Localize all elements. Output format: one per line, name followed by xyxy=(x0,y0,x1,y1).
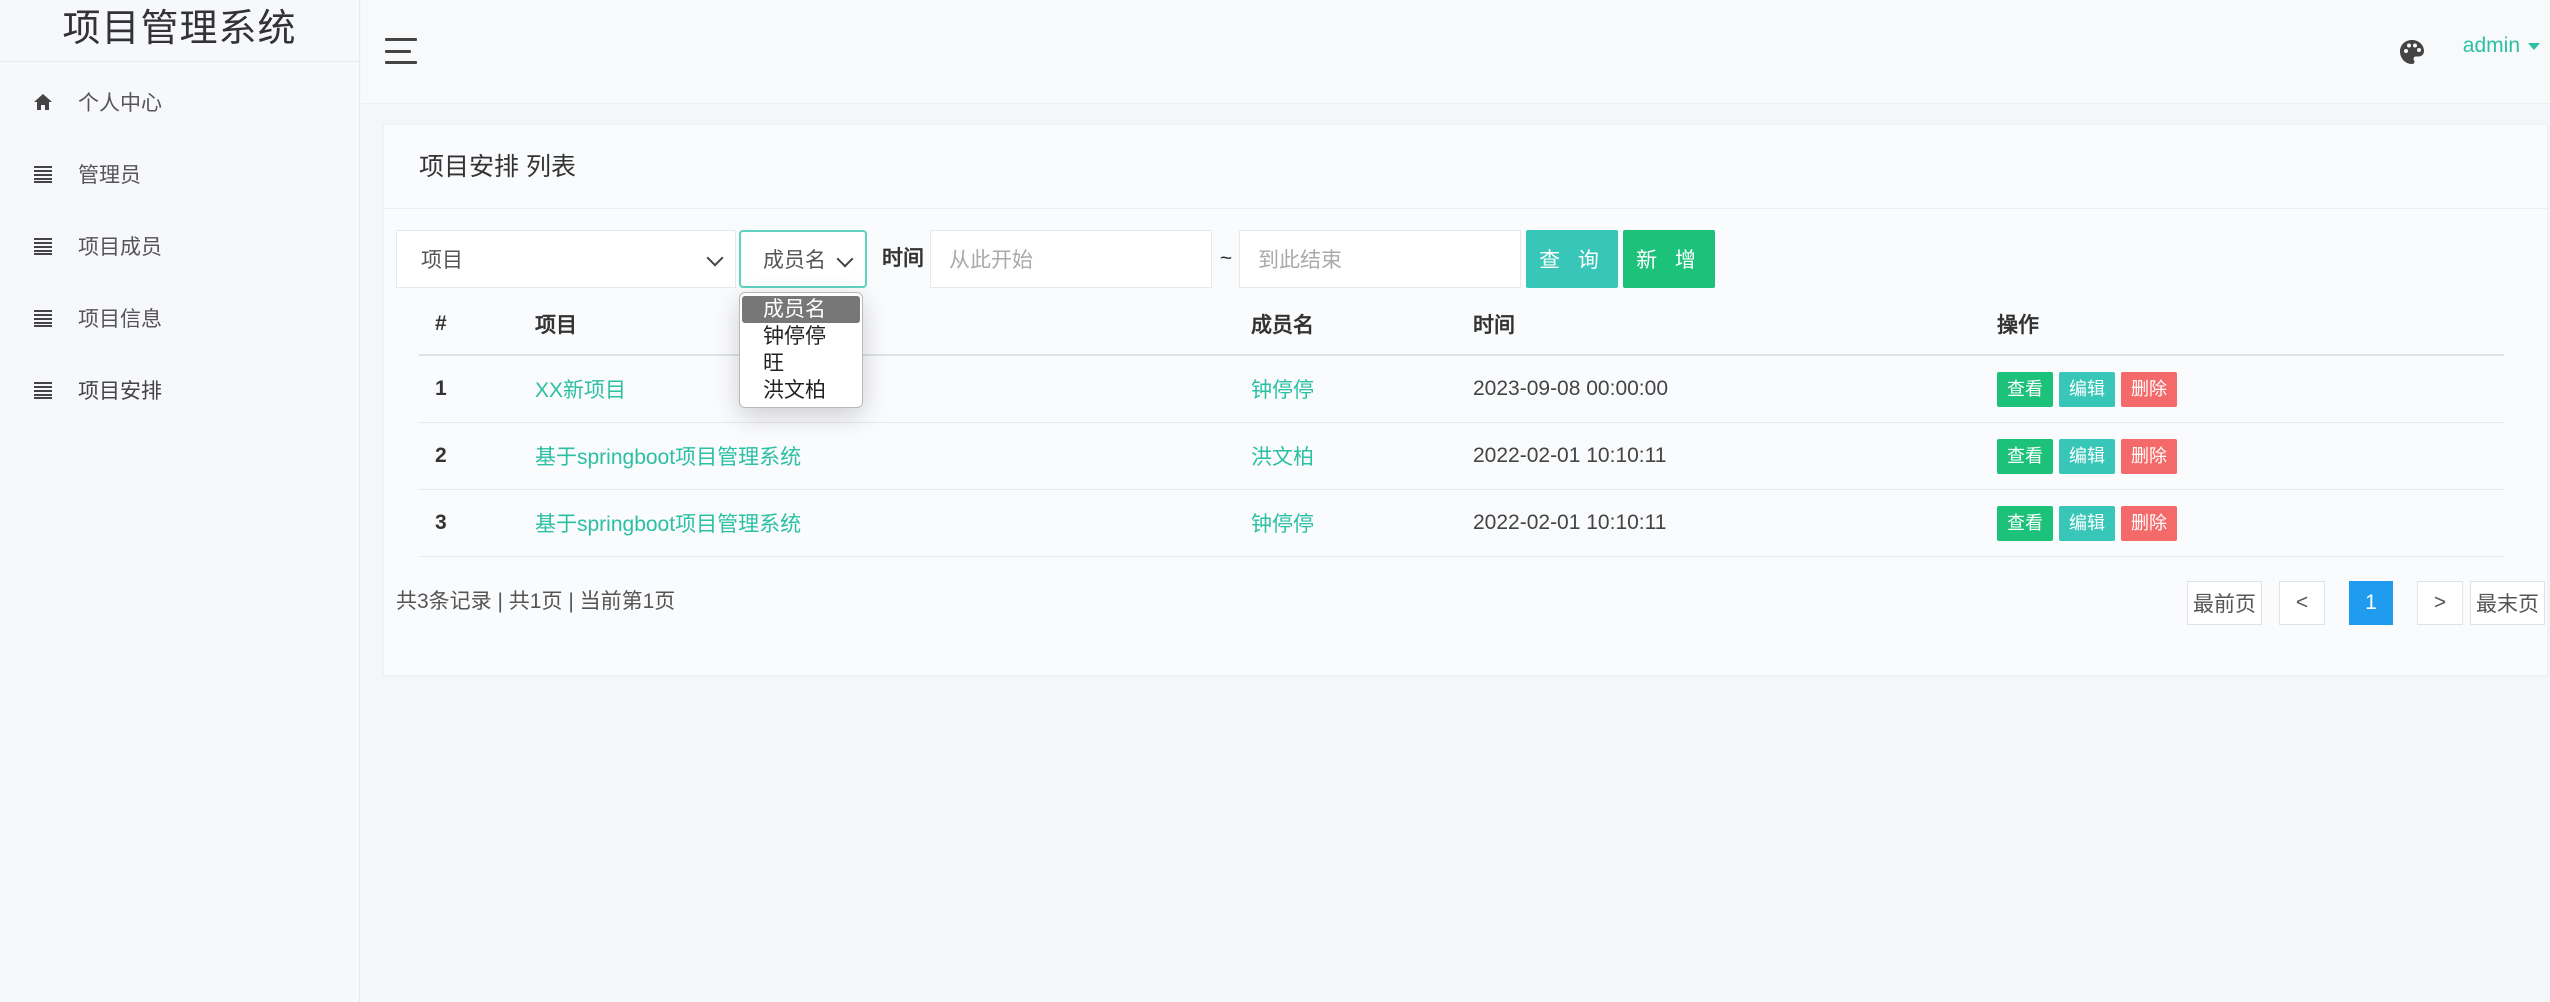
delete-button[interactable]: 删除 xyxy=(2121,438,2177,474)
project-select[interactable]: 项目 xyxy=(396,230,736,288)
end-date-placeholder: 到此结束 xyxy=(1258,249,1342,272)
sidebar-item-personal-center[interactable]: 个人中心 xyxy=(0,66,359,138)
edit-button[interactable]: 编辑 xyxy=(2059,438,2115,474)
project-link[interactable]: XX新项目 xyxy=(535,374,626,404)
start-date-placeholder: 从此开始 xyxy=(949,249,1033,272)
brand-title: 项目管理系统 xyxy=(0,0,359,62)
member-select-value: 成员名 xyxy=(763,249,826,272)
member-option[interactable]: 旺 xyxy=(740,350,862,377)
table-row: 3 基于springboot项目管理系统 钟停停 2022-02-01 10:1… xyxy=(419,490,2504,557)
project-link[interactable]: 基于springboot项目管理系统 xyxy=(535,441,801,471)
row-index: 1 xyxy=(435,377,447,400)
row-time: 2023-09-08 00:00:00 xyxy=(1473,377,1668,400)
last-page-button[interactable]: 最末页 xyxy=(2470,581,2545,625)
list-icon xyxy=(32,235,54,257)
table-row: 2 基于springboot项目管理系统 洪文柏 2022-02-01 10:1… xyxy=(419,423,2504,490)
sidebar-item-admin[interactable]: 管理员 xyxy=(0,138,359,210)
sidebar: 项目管理系统 个人中心 管理员 项目成员 项目信息 项目安排 xyxy=(0,0,360,1002)
member-option[interactable]: 成员名 xyxy=(742,296,860,323)
caret-down-icon xyxy=(2528,42,2540,50)
row-index: 3 xyxy=(435,511,447,534)
edit-button[interactable]: 编辑 xyxy=(2059,505,2115,541)
sidebar-item-label: 个人中心 xyxy=(78,92,162,115)
list-icon xyxy=(32,163,54,185)
schedule-list-card: 项目安排 列表 项目 成员名 时间 从此开始 ~ 到此结束 查 询 新 增 # … xyxy=(383,124,2548,676)
filter-bar: 项目 成员名 时间 从此开始 ~ 到此结束 查 询 新 增 xyxy=(396,230,2096,288)
member-select[interactable]: 成员名 xyxy=(739,230,867,288)
prev-page-button[interactable]: < xyxy=(2279,581,2325,625)
pagination: 最前页 < 1 > 最末页 xyxy=(2187,581,2547,625)
first-page-button[interactable]: 最前页 xyxy=(2187,581,2262,625)
list-icon xyxy=(32,307,54,329)
column-header-index: # xyxy=(435,311,447,335)
sidebar-item-label: 管理员 xyxy=(78,164,141,187)
sidebar-item-label: 项目信息 xyxy=(78,308,162,331)
chevron-down-icon xyxy=(836,250,854,268)
edit-button[interactable]: 编辑 xyxy=(2059,371,2115,407)
row-actions: 查看 编辑 删除 xyxy=(1997,438,2183,474)
row-time: 2022-02-01 10:10:11 xyxy=(1473,511,1667,534)
column-header-member: 成员名 xyxy=(1251,313,1314,337)
end-date-input[interactable]: 到此结束 xyxy=(1239,230,1521,288)
view-button[interactable]: 查看 xyxy=(1997,438,2053,474)
schedule-table: # 项目 成员名 时间 操作 1 XX新项目 钟停停 2023-09-08 00… xyxy=(419,293,2504,557)
member-link[interactable]: 钟停停 xyxy=(1251,508,1314,538)
chevron-down-icon xyxy=(706,249,724,267)
row-time: 2022-02-01 10:10:11 xyxy=(1473,444,1667,467)
member-link[interactable]: 钟停停 xyxy=(1251,374,1314,404)
project-select-value: 项目 xyxy=(421,249,463,272)
delete-button[interactable]: 删除 xyxy=(2121,371,2177,407)
sidebar-item-label: 项目成员 xyxy=(78,236,162,259)
project-link[interactable]: 基于springboot项目管理系统 xyxy=(535,508,801,538)
sidebar-item-project-schedule[interactable]: 项目安排 xyxy=(0,354,359,426)
next-page-button[interactable]: > xyxy=(2417,581,2463,625)
sidebar-nav: 个人中心 管理员 项目成员 项目信息 项目安排 xyxy=(0,62,359,426)
user-name: admin xyxy=(2462,34,2520,57)
column-header-time: 时间 xyxy=(1473,313,1515,337)
row-index: 2 xyxy=(435,444,447,467)
time-label: 时间 xyxy=(882,247,924,270)
member-link[interactable]: 洪文柏 xyxy=(1251,441,1314,471)
column-header-actions: 操作 xyxy=(1997,313,2039,337)
user-menu[interactable]: admin xyxy=(2463,34,2540,58)
delete-button[interactable]: 删除 xyxy=(2121,505,2177,541)
start-date-input[interactable]: 从此开始 xyxy=(930,230,1212,288)
home-icon xyxy=(32,91,54,113)
current-page-button[interactable]: 1 xyxy=(2349,581,2393,625)
topbar: admin xyxy=(361,0,2550,104)
page-title: 项目安排 列表 xyxy=(384,125,2547,209)
member-option[interactable]: 钟停停 xyxy=(740,323,862,350)
member-dropdown: 成员名 钟停停 旺 洪文柏 xyxy=(739,292,863,408)
row-actions: 查看 编辑 删除 xyxy=(1997,505,2183,541)
sidebar-item-project-info[interactable]: 项目信息 xyxy=(0,282,359,354)
add-button[interactable]: 新 增 xyxy=(1623,230,1715,288)
sidebar-item-project-members[interactable]: 项目成员 xyxy=(0,210,359,282)
member-option[interactable]: 洪文柏 xyxy=(740,377,862,404)
table-header: # 项目 成员名 时间 操作 xyxy=(419,293,2504,356)
view-button[interactable]: 查看 xyxy=(1997,371,2053,407)
view-button[interactable]: 查看 xyxy=(1997,505,2053,541)
range-separator: ~ xyxy=(1219,247,1233,270)
record-summary: 共3条记录 | 共1页 | 当前第1页 xyxy=(396,590,676,613)
sidebar-item-label: 项目安排 xyxy=(78,380,162,403)
palette-icon[interactable] xyxy=(2398,38,2426,66)
table-row: 1 XX新项目 钟停停 2023-09-08 00:00:00 查看 编辑 删除 xyxy=(419,356,2504,423)
menu-icon[interactable] xyxy=(385,38,417,64)
search-button[interactable]: 查 询 xyxy=(1526,230,1618,288)
list-icon xyxy=(32,379,54,401)
row-actions: 查看 编辑 删除 xyxy=(1997,371,2183,407)
column-header-project: 项目 xyxy=(535,313,577,337)
